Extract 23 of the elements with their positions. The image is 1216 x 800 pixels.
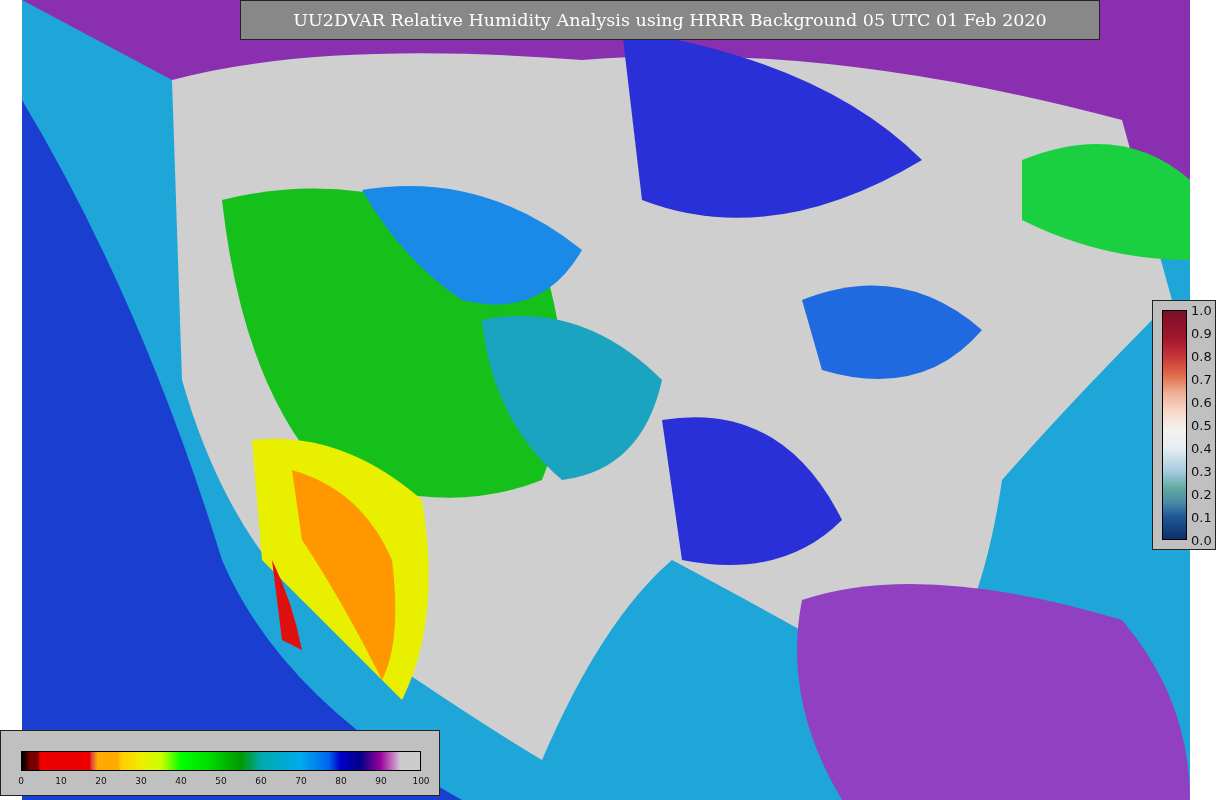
map-title: UU2DVAR Relative Humidity Analysis using HRRR Background 05 UTC 01 Feb 2020 [240,0,1100,40]
tick-label: 0.8 [1191,348,1212,364]
tick-label: 90 [375,776,387,786]
tick-label: 30 [135,776,147,786]
tick-label: 0.2 [1191,486,1212,502]
tick-label: 0.1 [1191,509,1212,525]
tick-label: 70 [295,776,307,786]
tick-label: 60 [255,776,267,786]
tick-label: 80 [335,776,347,786]
tick-label: 40 [175,776,187,786]
tick-label: 10 [55,776,67,786]
tick-label: 0 [18,776,24,786]
tick-label: 100 [412,776,430,786]
tick-label: 0.9 [1191,325,1212,341]
tick-label: 0.3 [1191,463,1212,479]
tick-label: 20 [95,776,107,786]
tick-label: 50 [215,776,227,786]
tick-label: 0.7 [1191,371,1212,387]
tick-label: 0.4 [1191,440,1212,456]
tick-label: 0.5 [1191,417,1212,433]
tick-label: 0.0 [1191,532,1212,548]
tick-label: 0.6 [1191,394,1212,410]
tick-label: 1.0 [1191,302,1212,318]
